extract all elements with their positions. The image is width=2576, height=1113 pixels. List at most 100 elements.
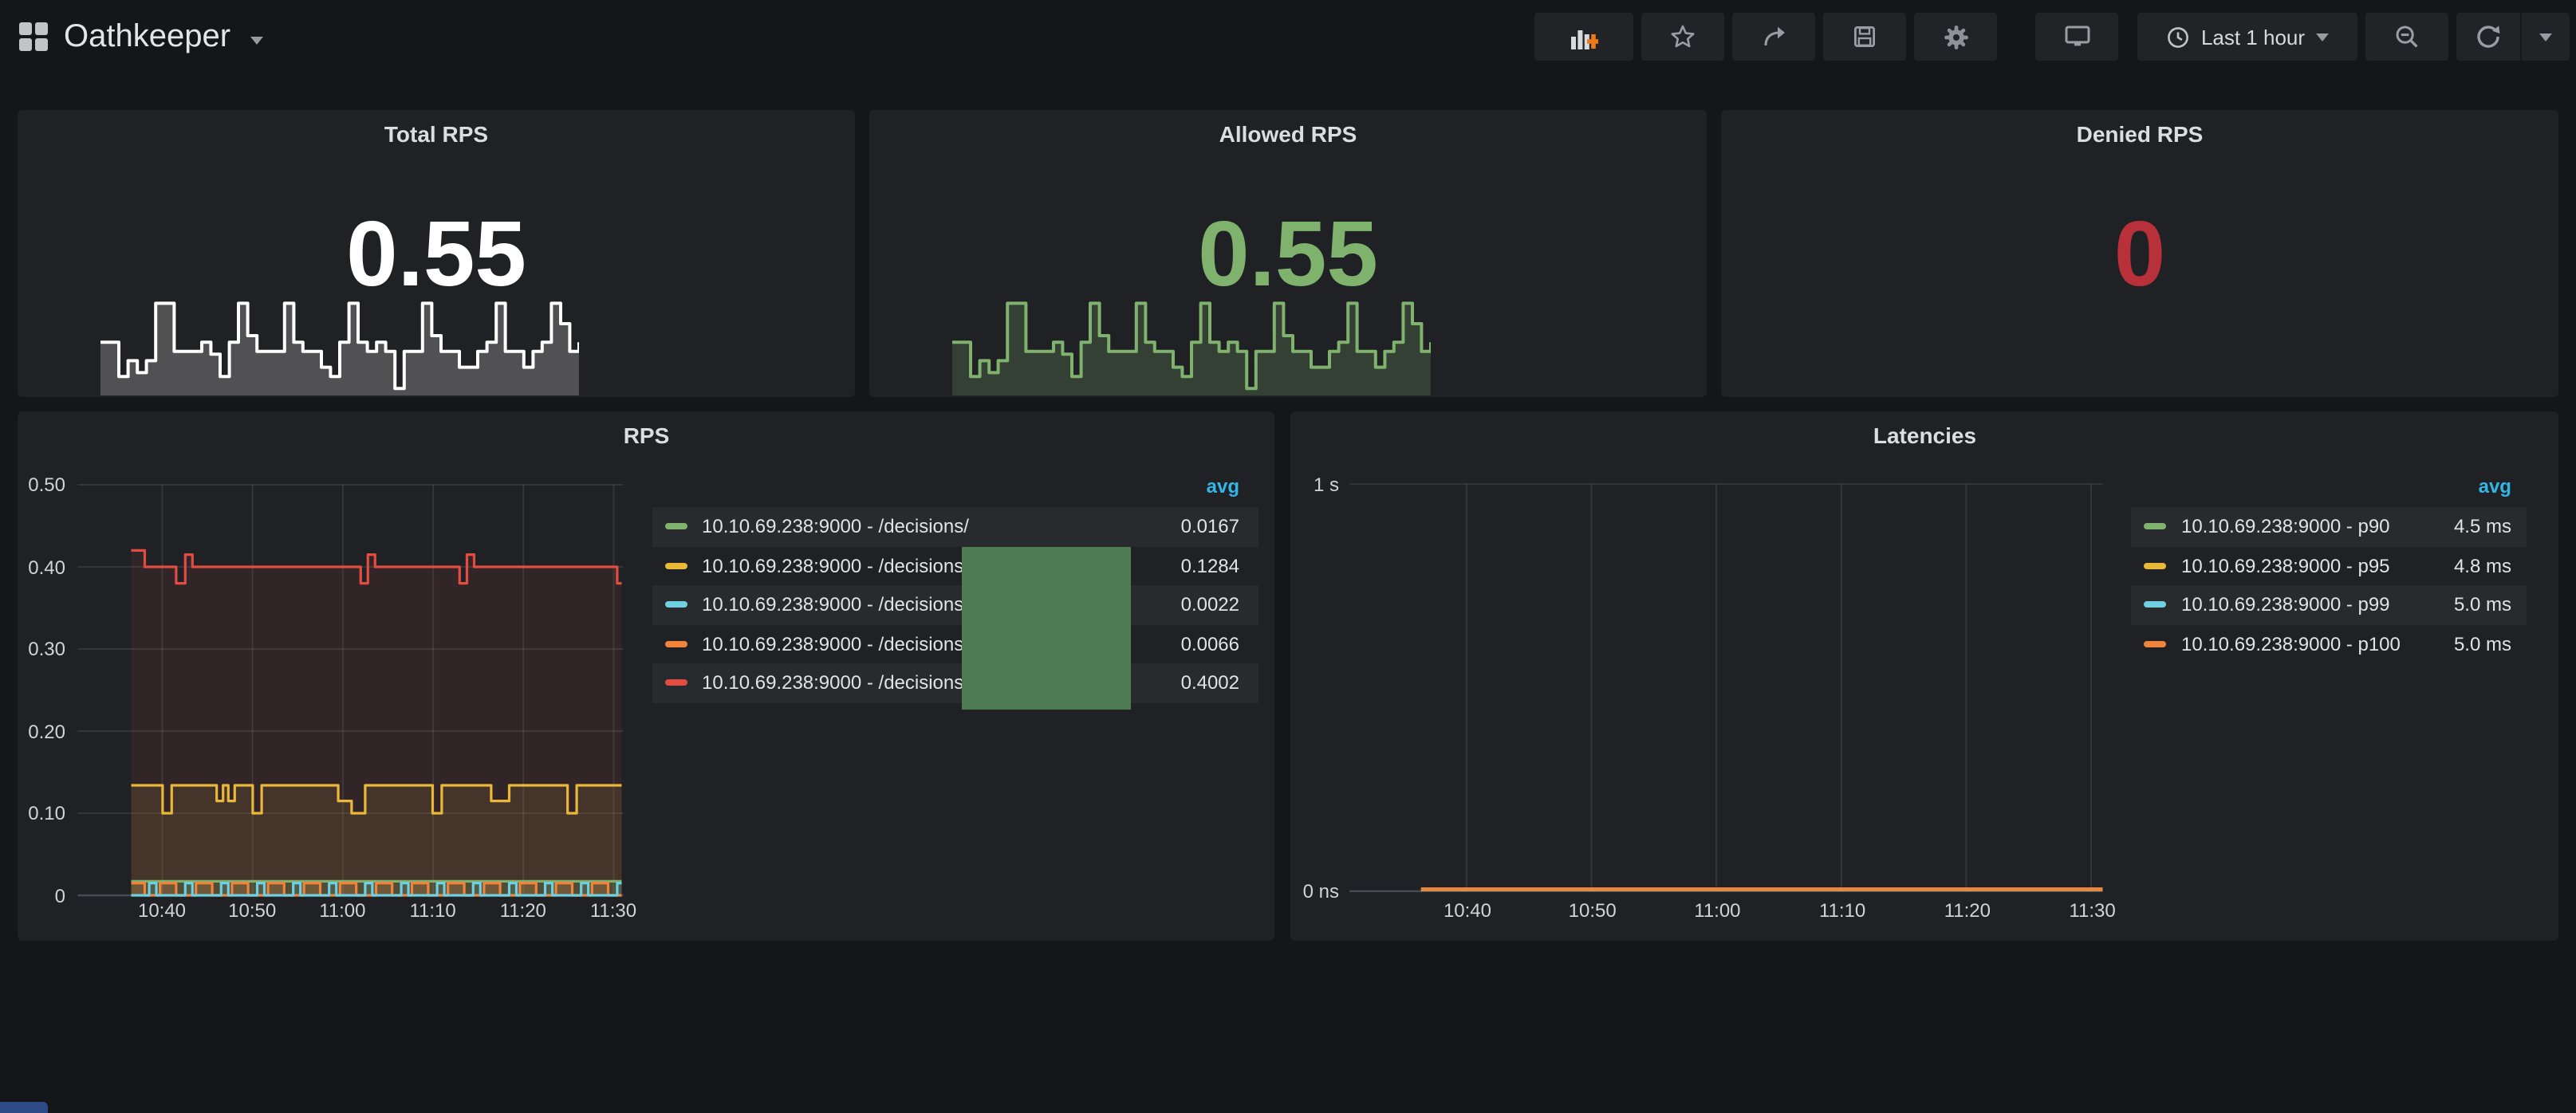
series-color-swatch <box>665 524 687 530</box>
bottom-left-blue-strip <box>0 1102 48 1113</box>
dashboard-title: Oathkeeper <box>64 18 230 55</box>
legend-row[interactable]: 10.10.69.238:9000 - /decisions/0.0167 <box>652 507 1258 546</box>
x-axis-tick: 11:00 <box>1669 899 1765 922</box>
bar-chart-add-icon <box>1570 24 1598 49</box>
x-axis-tick: 11:00 <box>294 899 390 922</box>
legend-row[interactable]: 10.10.69.238:9000 - /decisions/0.0066 <box>652 624 1258 663</box>
clock-icon <box>2166 25 2190 49</box>
series-label[interactable]: 10.10.69.238:9000 - p99 <box>2181 594 2454 616</box>
x-axis-tick: 11:30 <box>565 899 661 922</box>
legend-row[interactable]: 10.10.69.238:9000 - p904.5 ms <box>2132 507 2527 546</box>
legend-row[interactable]: 10.10.69.238:9000 - p995.0 ms <box>2132 585 2527 624</box>
time-range-label: Last 1 hour <box>2201 25 2305 49</box>
series-label[interactable]: 10.10.69.238:9000 - p95 <box>2181 555 2454 577</box>
dashboard-title-dropdown[interactable]: Oathkeeper <box>19 18 262 55</box>
panel-title[interactable]: RPS <box>18 423 1275 448</box>
refresh-button[interactable] <box>2456 13 2520 61</box>
sparkline-chart <box>952 297 1431 395</box>
panel-title[interactable]: Allowed RPS <box>869 121 1707 147</box>
series-label[interactable]: 10.10.69.238:9000 - /decisions/ <box>702 516 1181 538</box>
series-avg-value: 0.1284 <box>1181 555 1258 577</box>
stat-panel-allowed-rps: Allowed RPS 0.55 <box>869 110 1707 397</box>
legend-avg-header[interactable]: avg <box>652 475 1258 507</box>
series-color-swatch <box>2145 524 2167 530</box>
series-color-swatch <box>665 602 687 608</box>
series-color-swatch <box>665 680 687 686</box>
save-icon <box>1852 24 1877 49</box>
stat-value: 0 <box>1721 209 2558 301</box>
series-color-swatch <box>665 641 687 647</box>
time-range-picker[interactable]: Last 1 hour <box>2137 13 2357 61</box>
stat-value: 0.55 <box>18 209 855 301</box>
y-axis-tick: 0.50 <box>18 474 65 496</box>
series-avg-value: 0.0167 <box>1181 516 1258 538</box>
rps-legend: avg 10.10.69.238:9000 - /decisions/0.016… <box>652 475 1258 702</box>
x-axis-tick: 10:40 <box>114 899 210 922</box>
x-axis-tick: 10:50 <box>204 899 300 922</box>
series-label[interactable]: 10.10.69.238:9000 - p90 <box>2181 516 2454 538</box>
share-icon <box>1761 24 1786 49</box>
stat-panel-denied-rps: Denied RPS 0 <box>1721 110 2558 397</box>
sparkline-chart <box>100 297 579 395</box>
tv-monitor-icon <box>2063 24 2090 49</box>
y-axis-tick: 1 s <box>1291 473 1339 495</box>
latencies-legend: avg 10.10.69.238:9000 - p904.5 ms10.10.6… <box>2132 475 2527 663</box>
series-color-swatch <box>2145 563 2167 569</box>
y-axis-tick: 0 ns <box>1291 880 1339 903</box>
grafana-dashboard: Oathkeeper <box>0 0 2576 1113</box>
refresh-icon <box>2476 24 2501 49</box>
overlay-box <box>962 547 1131 710</box>
series-avg-value: 0.0022 <box>1181 594 1258 616</box>
legend-row[interactable]: 10.10.69.238:9000 - p1005.0 ms <box>2132 624 2527 663</box>
stat-panel-total-rps: Total RPS 0.55 <box>18 110 855 397</box>
series-color-swatch <box>665 563 687 569</box>
series-avg-value: 5.0 ms <box>2454 594 2527 616</box>
gear-icon <box>1942 23 1969 50</box>
y-axis-tick: 0.10 <box>18 802 65 824</box>
charts-row: RPS avg 10.10.69.238:9000 - /decisions/0… <box>18 411 2558 941</box>
stats-row: Total RPS 0.55 Allowed RPS 0.55 Denied R… <box>18 110 2558 397</box>
series-label[interactable]: 10.10.69.238:9000 - p100 <box>2181 633 2454 655</box>
add-panel-button[interactable] <box>1534 13 1633 61</box>
x-axis-tick: 10:40 <box>1420 899 1515 922</box>
settings-button[interactable] <box>1914 13 1997 61</box>
save-button[interactable] <box>1823 13 1906 61</box>
panel-title[interactable]: Denied RPS <box>1721 121 2558 147</box>
chevron-down-icon <box>2539 33 2552 41</box>
y-axis-tick: 0 <box>18 884 65 907</box>
series-avg-value: 5.0 ms <box>2454 633 2527 655</box>
x-axis-tick: 11:20 <box>1920 899 2015 922</box>
zoom-out-button[interactable] <box>2365 13 2448 61</box>
chevron-down-icon <box>250 36 262 44</box>
series-color-swatch <box>2145 641 2167 647</box>
cycle-view-button[interactable] <box>2035 13 2118 61</box>
series-avg-value: 4.8 ms <box>2454 555 2527 577</box>
graph-panel-rps: RPS avg 10.10.69.238:9000 - /decisions/0… <box>18 411 1275 941</box>
dashboard-toolbar: Last 1 hour <box>1526 13 2570 61</box>
x-axis-tick: 10:50 <box>1545 899 1641 922</box>
share-button[interactable] <box>1732 13 1815 61</box>
dashboards-grid-icon <box>19 22 48 51</box>
zoom-out-icon <box>2394 24 2420 49</box>
legend-row[interactable]: 10.10.69.238:9000 - /decisions/0.1284 <box>652 546 1258 585</box>
refresh-control <box>2456 13 2570 61</box>
chevron-down-icon <box>2316 33 2329 41</box>
stat-value: 0.55 <box>869 209 1707 301</box>
star-button[interactable] <box>1641 13 1724 61</box>
graph-panel-latencies: Latencies avg 10.10.69.238:9000 - p904.5… <box>1291 411 2558 941</box>
panel-title[interactable]: Total RPS <box>18 121 855 147</box>
x-axis-tick: 11:30 <box>2045 899 2141 922</box>
legend-row[interactable]: 10.10.69.238:9000 - /decisions/0.0022 <box>652 585 1258 624</box>
legend-row[interactable]: 10.10.69.238:9000 - p954.8 ms <box>2132 546 2527 585</box>
star-icon <box>1670 24 1696 49</box>
panel-title[interactable]: Latencies <box>1291 423 2558 448</box>
x-axis-tick: 11:10 <box>385 899 481 922</box>
legend-avg-header[interactable]: avg <box>2132 475 2527 507</box>
refresh-interval-dropdown[interactable] <box>2520 13 2570 61</box>
y-axis-tick: 0.30 <box>18 638 65 660</box>
series-color-swatch <box>2145 602 2167 608</box>
dashboard-header: Oathkeeper <box>0 0 2576 73</box>
legend-row[interactable]: 10.10.69.238:9000 - /decisions/0.4002 <box>652 663 1258 702</box>
series-avg-value: 0.4002 <box>1181 672 1258 694</box>
x-axis-tick: 11:10 <box>1794 899 1890 922</box>
